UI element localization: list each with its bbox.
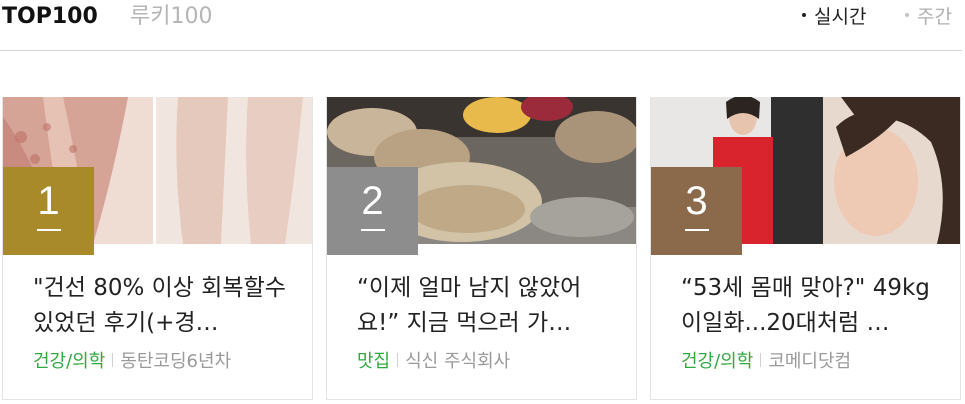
rank-badge: 3 [651,167,742,255]
period-weekly-label: 주간 [917,6,952,28]
ranking-card-3[interactable]: 3 “53세 몸매 맞아?" 49kg 이일화...20대처럼 … 건강/의학 코… [650,97,961,400]
card-title[interactable]: "건선 80% 이상 회복할수있었던 후기(+경… [33,271,297,341]
tab-top100[interactable]: TOP100 [2,3,98,31]
rank-underline [361,229,385,231]
card-meta: 건강/의학 코메디닷컴 [681,350,851,374]
card-title[interactable]: “53세 몸매 맞아?" 49kg 이일화...20대처럼 … [681,271,945,341]
rank-badge: 2 [327,167,418,255]
card-source[interactable]: 식신 주식회사 [405,351,510,372]
card-category[interactable]: 건강/의학 [33,351,105,372]
tab-rookie100[interactable]: 루키100 [130,3,212,31]
rank-number: 2 [361,179,384,223]
card-category[interactable]: 맛집 [357,351,390,372]
card-meta: 건강/의학 동탄코딩6년차 [33,350,231,374]
inactive-dot-icon [905,12,909,17]
card-category[interactable]: 건강/의학 [681,351,753,372]
active-dot-icon [802,12,806,17]
meta-divider [760,353,762,367]
card-source[interactable]: 동탄코딩6년차 [120,351,231,372]
ranking-card-2[interactable]: 2 “이제 얼마 남지 않았어요!” 지금 먹으러 가… 맛집 식신 주식회사 [326,97,637,400]
rank-number: 3 [685,179,708,223]
card-source[interactable]: 코메디닷컴 [768,351,851,372]
rank-underline [37,229,61,231]
period-weekly[interactable]: 주간 [905,5,952,29]
meta-divider [112,353,114,367]
rank-number: 1 [37,179,60,223]
period-realtime-label: 실시간 [814,6,867,28]
ranking-tab-bar: TOP100 루키100 실시간 주간 [0,0,962,51]
card-title[interactable]: “이제 얼마 남지 않았어요!” 지금 먹으러 가… [357,271,621,341]
meta-divider [397,353,399,367]
card-meta: 맛집 식신 주식회사 [357,350,510,374]
period-realtime[interactable]: 실시간 [802,5,866,29]
rank-underline [685,229,709,231]
ranking-card-1[interactable]: 1 "건선 80% 이상 회복할수있었던 후기(+경… 건강/의학 동탄코딩6년차 [2,97,313,400]
rank-badge: 1 [3,167,94,255]
